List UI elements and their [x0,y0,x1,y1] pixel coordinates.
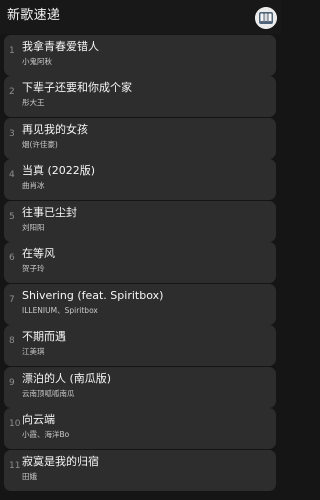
song-index: 4 [9,170,15,180]
song-list-item[interactable]: 3 再见我的女孩烟(许佳豪) [4,117,276,159]
song-title: 在等风 [22,247,55,260]
song-list-item[interactable]: 7 Shivering (feat. Spiritbox) ILLENIUM、Spi… [4,283,276,325]
song-title: 寂寞是我的归宿 [22,454,99,468]
song-list-item[interactable]: 10 向云端小霞、海洋Bo [4,408,276,449]
header-action-button[interactable] [255,7,277,29]
song-artist: ILLENIUM、Spiritbox [22,305,98,315]
song-list-item-wrapper: 9 漂泊的人 (南瓜版) 云南顶呱呱南瓜 [0,366,281,408]
song-list-item-wrapper: 11 寂寞是我的归宿田娥 [0,449,281,491]
song-index: 2 [9,87,15,97]
song-list: 1 我拿青春爱错人小鬼阿秋 2 下辈子还要和你成个家彤大王 3 再见我的女孩烟(许佳豪) 4… [0,34,281,491]
song-artist: 烟(许佳豪) [22,139,58,149]
song-index: 7 [9,294,15,305]
song-list-item-wrapper: 3 再见我的女孩烟(许佳豪) [0,117,281,159]
song-index: 8 [9,336,15,346]
song-artist: 刘阳阳 [22,222,45,232]
song-list-item[interactable]: 8 不期而遇江美琪 [4,325,276,366]
song-list-item-wrapper: 2 下辈子还要和你成个家彤大王 [0,76,281,117]
song-list-item-wrapper: 10 向云端小霞、海洋Bo [0,408,281,449]
song-list-item[interactable]: 6 在等风贺子玲 [4,242,276,283]
song-list-item-wrapper: 6 在等风贺子玲 [0,242,281,283]
song-index: 9 [9,377,15,388]
song-list-item[interactable]: 11 寂寞是我的归宿田娥 [4,449,276,491]
music-card-icon [255,7,277,29]
song-list-item-wrapper: 1 我拿青春爱错人小鬼阿秋 [0,34,281,76]
song-list-item-wrapper: 4 当真 (2022版) 曲肖冰 [0,159,281,200]
song-title: 向云端 [22,413,55,426]
song-artist: 小霞、海洋Bo [22,430,70,439]
song-title: 我拿青春爱错人 [22,39,99,53]
song-list-item[interactable]: 4 当真 (2022版) 曲肖冰 [4,159,276,200]
song-list-item[interactable]: 1 我拿青春爱错人小鬼阿秋 [4,34,276,76]
song-title: 不期而遇 [22,330,66,343]
song-title: 当真 (2022版) [22,164,96,177]
song-list-item[interactable]: 9 漂泊的人 (南瓜版) 云南顶呱呱南瓜 [4,366,276,408]
song-artist: 小鬼阿秋 [22,56,52,66]
song-title: 下辈子还要和你成个家 [22,81,132,94]
song-list-item-wrapper: 8 不期而遇江美琪 [0,325,281,366]
song-index: 10 [9,419,21,429]
song-index: 1 [9,45,15,56]
song-index: 6 [9,253,15,263]
app-header: 新歌速递 [0,0,281,34]
song-index: 3 [9,128,15,139]
song-list-item[interactable]: 2 下辈子还要和你成个家彤大王 [4,76,276,117]
song-list-item[interactable]: 5 往事已尘封刘阳阳 [4,200,276,242]
song-artist: 曲肖冰 [22,181,45,190]
song-title: 再见我的女孩 [22,122,88,136]
new-songs-screen: 新歌速递 1 我拿青春爱错人小鬼阿秋 2 下辈子还要和你成个家彤大王 3 再见我的女孩烟(… [0,0,281,500]
page-title: 新歌速递 [7,8,61,23]
song-artist: 贺子玲 [22,264,45,273]
song-artist: 云南顶呱呱南瓜 [22,388,75,398]
song-artist: 彤大王 [22,98,45,107]
song-list-item-wrapper: 7 Shivering (feat. Spiritbox) ILLENIUM、Spi… [0,283,281,325]
song-list-item-wrapper: 5 往事已尘封刘阳阳 [0,200,281,242]
song-artist: 田娥 [22,471,37,481]
song-title: 漂泊的人 (南瓜版) [22,371,112,385]
song-title: Shivering (feat. Spiritbox) [22,288,164,302]
song-index: 5 [9,211,15,222]
song-artist: 江美琪 [22,347,45,356]
song-index: 11 [9,460,21,471]
song-title: 往事已尘封 [22,205,77,219]
